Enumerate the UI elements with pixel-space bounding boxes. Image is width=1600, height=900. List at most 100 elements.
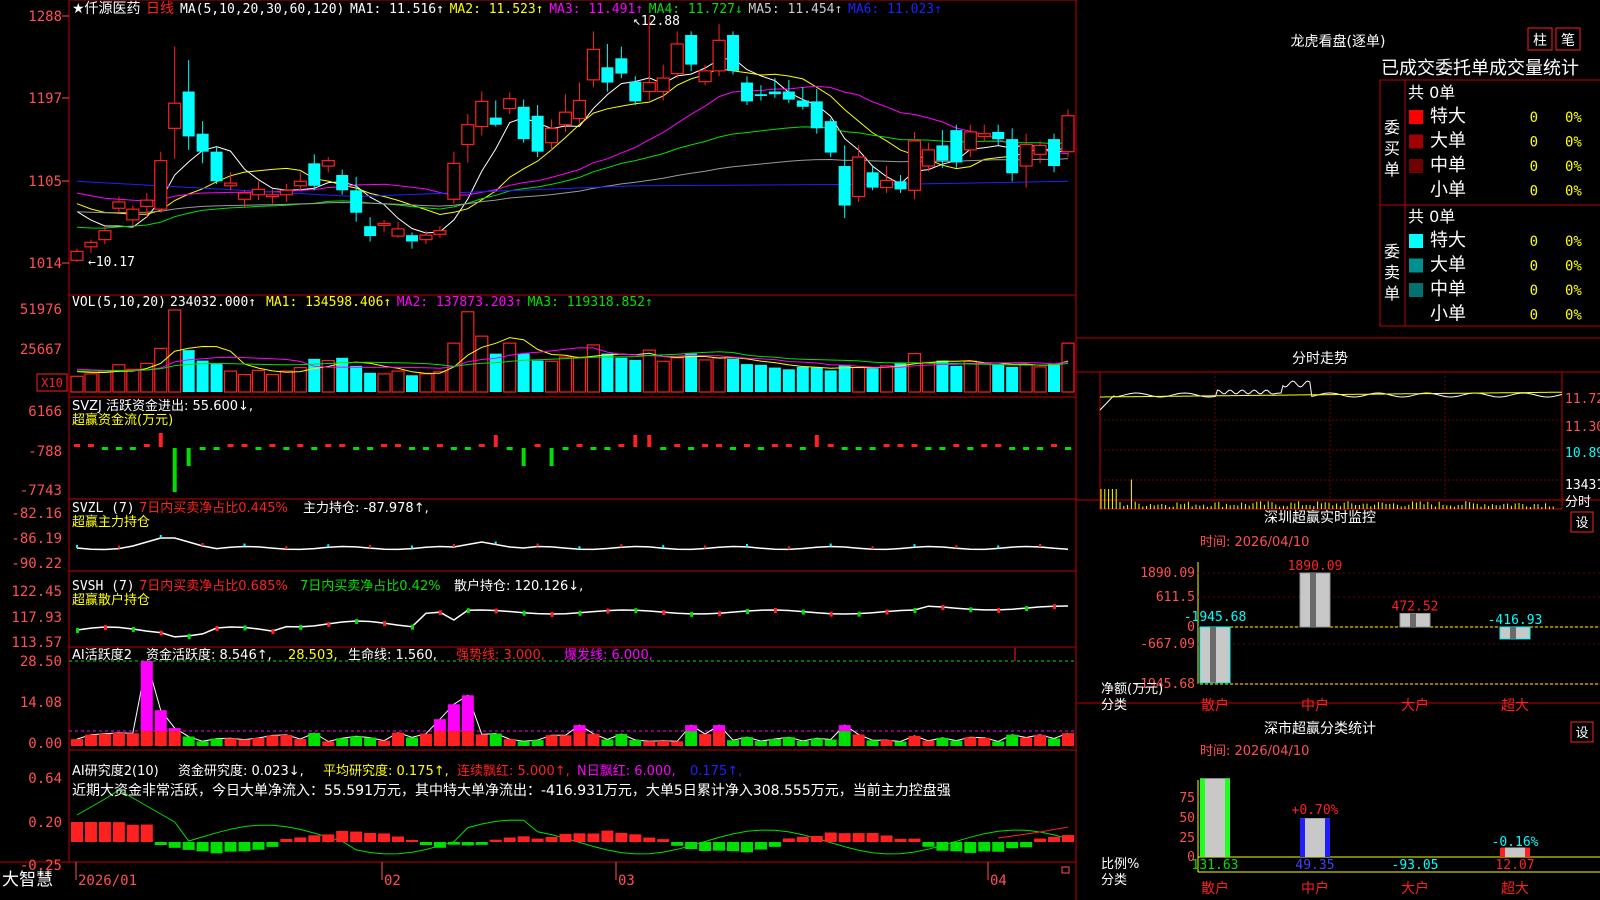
date-label: 04 [990,873,1007,889]
ai-activity-bar [894,741,907,746]
buy-row-percent: 0% [1565,110,1582,126]
ai-research-bar [196,842,209,852]
svzj-bar [464,447,471,450]
ai-active-value-2: 28.503, [288,648,338,663]
ai-research-value-2: 0.175↑, [690,764,742,779]
candle-body [1048,139,1061,167]
ai-activity-bar [796,740,809,746]
ai-research-bar [294,837,307,842]
vol-axis-label: 25667 [20,342,62,358]
buy-total: 共 0单 [1408,83,1455,102]
svsh-title: SVSH (7) [72,579,135,594]
svsh-tick [131,626,135,632]
ai-research-bar [796,836,809,842]
ai-activity-bar [517,741,530,746]
ai-activity-bar [392,732,405,746]
svzl-tick [913,544,916,548]
volume-bar [615,357,628,392]
sz-class-value-label: -93.05 [1392,858,1439,873]
sz-monitor-category: 散户 [1201,697,1229,714]
sz-class-category: 散户 [1201,880,1229,897]
volume-bar [936,360,949,392]
sz-class-xlabel: 分类 [1101,873,1127,888]
ai-activity-bar [768,739,781,746]
ai-activity-bar [433,731,446,746]
svzj-bar [590,447,597,450]
ai-active-axis-label: 14.08 [20,695,62,711]
svzj-axis-label: -788 [28,444,62,460]
ai-research-bar [587,833,600,842]
volume-bar [754,364,767,392]
volume-bar [350,365,363,392]
candle-body [1006,139,1019,174]
ai-activity-bar [1062,733,1074,746]
svzj-bar [911,444,918,447]
ai-activity-peak [713,725,726,732]
sz-class-settings-label[interactable]: 设 [1575,726,1588,741]
ai-activity-bar [587,733,600,746]
ai-research-bar [405,839,418,842]
sell-row-volume: 0 [1530,234,1538,250]
candle-body [182,91,195,137]
ai-research-bar [419,842,432,846]
ai-activity-bar [992,741,1005,746]
volume-bar [768,367,781,392]
ai-activity-bar [364,737,377,746]
svzj-bar [367,447,374,450]
sell-row-name: 大单 [1430,255,1466,276]
ai-research-title: AI研究度2(10) [72,763,159,779]
ai-activity-bar [810,738,823,746]
svzj-bar [981,444,988,447]
svsh-tick [103,625,107,631]
buy-section-label: 委 [1384,118,1400,137]
ai-activity-bar [782,737,795,746]
ai-research-bar [699,842,712,852]
sz-class-change-label: +0.70% [1292,803,1339,818]
svzj-bar [702,444,709,447]
svsh-axis-label: 117.93 [11,610,62,626]
sell-total: 共 0单 [1408,207,1455,226]
volume-bar [391,370,405,393]
volume-bar [279,370,293,393]
sz-monitor-settings-label[interactable]: 设 [1575,516,1588,531]
ai-activity-bar [559,735,572,746]
ai-active-value: 资金活跃度: 8.546↑, [146,647,272,663]
volume-bar [572,356,587,393]
sell-row-percent: 0% [1565,259,1582,275]
ma-prefix: MA(5,10,20,30,60,120) [180,2,344,17]
svzj-bar [74,444,80,447]
ai-activity-bar [1006,734,1019,746]
candle-body [251,188,266,196]
ai-activity-bar [294,739,307,746]
ai-activity-bar [615,734,628,746]
svzj-bar [757,447,764,450]
ai-activity-bar [154,731,167,746]
svzl-tick [369,545,372,549]
column-view-button-label[interactable]: 柱 [1533,33,1547,49]
vol-ma3-value: MA3: 119318.852↑ [528,295,653,310]
volume-bar [586,344,601,393]
candle-body [321,160,335,167]
ai-activity-bar [964,737,977,746]
volume-bar [629,359,642,392]
svzj-bar [869,447,876,450]
price-axis-label: 1014 [28,256,62,272]
buy-row-name: 中单 [1430,155,1466,176]
svsh-tick [522,610,526,616]
svsh-tick [299,624,303,630]
vol-prefix: VOL(5,10,20) [72,295,166,310]
period-label: 日线 [146,1,174,17]
sz-monitor-bar-shade [1510,627,1516,639]
ai-research-bar [573,833,586,842]
dragon-title: 龙虎看盘(逐单) [1291,33,1386,50]
ai-research-bar [238,842,251,852]
ai-research-bar [378,833,391,842]
svzl-tick [327,544,330,548]
buy-section-label: 买 [1384,139,1400,158]
ai-activity-bar [713,731,726,746]
volume-bar [712,357,726,393]
tick-view-button-label[interactable]: 笔 [1561,33,1575,49]
ai-life-line: 生命线: 1.560, [348,647,437,663]
ai-activity-bar [210,738,223,746]
volume-bar [364,372,377,392]
